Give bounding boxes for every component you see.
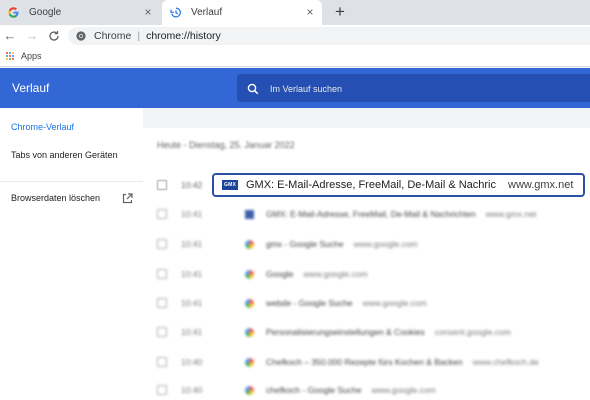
entry-domain: consent.google.com (434, 327, 511, 337)
history-entry[interactable]: 10:41 Google www.google.com (157, 264, 590, 284)
google-g-icon (245, 327, 254, 337)
new-tab-plus-icon[interactable]: + (332, 3, 348, 20)
sidebar-item-other-devices[interactable]: Tabs von anderen Geräten (11, 150, 118, 160)
address-bar[interactable]: Chrome | chrome://history (68, 27, 590, 45)
google-g-icon (245, 357, 254, 367)
history-entry[interactable]: 10:41 webde - Google Suche www.google.co… (157, 293, 590, 313)
apps-label: Apps (21, 51, 42, 61)
history-entry[interactable]: 10:41 GMX: E-Mail-Adresse, FreeMail, De-… (157, 204, 590, 224)
history-entry[interactable]: 10:40 chefkoch - Google Suche www.google… (157, 380, 590, 400)
google-g-icon (245, 239, 254, 249)
row-checkbox[interactable] (157, 269, 167, 279)
row-checkbox[interactable] (157, 357, 167, 367)
entry-title[interactable]: gmx - Google Suche (266, 239, 343, 249)
row-checkbox[interactable] (157, 209, 167, 219)
sidebar-item-clear-data[interactable]: Browserdaten löschen (11, 193, 100, 203)
entry-domain: www.chefkoch.de (472, 357, 539, 367)
apps-grid-icon (6, 51, 15, 61)
sidebar-divider (0, 181, 143, 182)
row-checkbox[interactable] (157, 180, 167, 190)
site-label: Chrome (94, 30, 132, 42)
row-time: 10:40 (181, 357, 203, 367)
tab-title: Verlauf (191, 7, 223, 18)
row-time: 10:41 (181, 209, 203, 219)
entry-title[interactable]: webde - Google Suche (266, 298, 352, 308)
date-heading: Heute - Dienstag, 25. Januar 2022 (157, 140, 295, 150)
entry-title[interactable]: GMX: E-Mail-Adresse, FreeMail, De-Mail &… (246, 179, 496, 191)
row-time: 10:41 (181, 239, 203, 249)
row-time: 10:41 (181, 269, 203, 279)
gmx-favicon-icon: GMX (222, 180, 238, 190)
entry-domain: www.google.com (371, 385, 436, 395)
url-text: chrome://history (146, 30, 221, 42)
entry-title[interactable]: Personalisierungseinstellungen & Cookies (266, 327, 425, 337)
close-icon[interactable]: × (304, 6, 316, 18)
entry-domain: www.gmx.net (508, 179, 574, 191)
google-g-icon (245, 298, 254, 308)
google-g-icon (245, 269, 254, 279)
entry-title[interactable]: Google (266, 269, 293, 279)
history-entry[interactable]: 10:41 Personalisierungseinstellungen & C… (157, 322, 590, 342)
external-link-icon[interactable] (122, 191, 133, 204)
reload-icon[interactable] (46, 28, 62, 44)
tab-google[interactable]: Google × (0, 0, 160, 25)
row-time: 10:40 (181, 385, 203, 395)
row-checkbox[interactable] (157, 385, 167, 395)
history-entry[interactable]: 10:41 gmx - Google Suche www.google.com (157, 234, 590, 254)
search-input[interactable] (268, 81, 572, 97)
entry-title[interactable]: Chefkoch – 350.000 Rezepte fürs Kochen &… (266, 357, 463, 367)
history-header: Verlauf (0, 68, 590, 108)
page-title: Verlauf (12, 81, 50, 95)
history-entry-focused[interactable]: GMX GMX: E-Mail-Adresse, FreeMail, De-Ma… (212, 173, 585, 197)
entry-title[interactable]: chefkoch - Google Suche (266, 385, 361, 395)
row-time: 10:42 (181, 180, 203, 190)
bookmarks-bar: Apps (0, 47, 590, 67)
history-icon (170, 7, 181, 18)
sidebar-item-chrome-history[interactable]: Chrome-Verlauf (11, 122, 74, 132)
row-checkbox[interactable] (157, 239, 167, 249)
forward-arrow-icon[interactable]: → (24, 28, 40, 44)
entry-domain: www.gmx.net (485, 209, 537, 219)
tab-title: Google (29, 7, 62, 18)
sidebar: Chrome-Verlauf Tabs von anderen Geräten … (0, 108, 143, 400)
google-g-icon (8, 7, 19, 18)
tab-strip: Google × Verlauf × + (0, 0, 590, 25)
apps-shortcut[interactable]: Apps (6, 51, 42, 61)
google-g-icon (245, 385, 254, 395)
entry-domain: www.google.com (362, 298, 427, 308)
back-arrow-icon[interactable]: ← (2, 28, 18, 44)
entry-title[interactable]: GMX: E-Mail-Adresse, FreeMail, De-Mail &… (266, 209, 476, 219)
tab-verlauf[interactable]: Verlauf × (162, 0, 322, 25)
toolbar: ← → Chrome | chrome://history (0, 25, 590, 47)
history-entry[interactable]: 10:40 Chefkoch – 350.000 Rezepte fürs Ko… (157, 352, 590, 372)
separator: | (137, 30, 141, 42)
gmx-favicon-icon (245, 209, 254, 219)
history-search[interactable] (237, 74, 590, 102)
close-icon[interactable]: × (142, 6, 154, 18)
chrome-logo-icon (76, 31, 86, 41)
entry-domain: www.google.com (303, 269, 368, 279)
entry-domain: www.google.com (353, 239, 418, 249)
row-checkbox[interactable] (157, 327, 167, 337)
row-time: 10:41 (181, 327, 203, 337)
row-time: 10:41 (181, 298, 203, 308)
search-icon (247, 82, 259, 95)
row-checkbox[interactable] (157, 298, 167, 308)
